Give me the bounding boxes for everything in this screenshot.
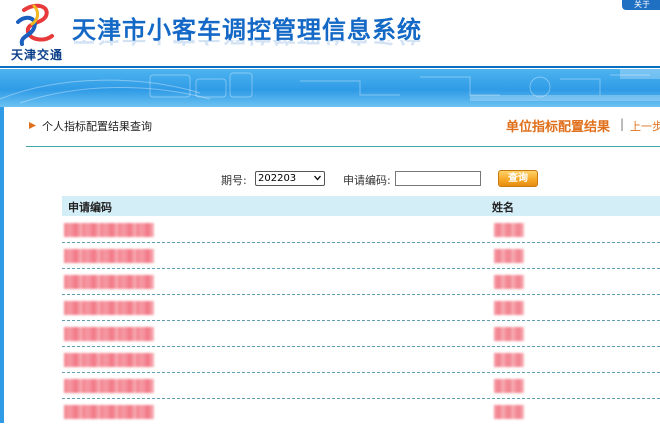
left-edge-strip (0, 107, 4, 423)
redacted-name (494, 327, 524, 341)
chevron-down-icon (314, 175, 321, 181)
unit-result-link[interactable]: 单位指标配置结果 (506, 116, 610, 135)
table-row (62, 347, 660, 373)
redacted-name (494, 301, 524, 315)
section-divider (26, 146, 660, 147)
table-row (62, 243, 660, 269)
redacted-name (494, 405, 524, 419)
query-button[interactable]: 查询 (498, 170, 538, 187)
redacted-application-code (64, 327, 154, 341)
column-header-application-code: 申请编码 (68, 201, 112, 214)
arrow-right-icon (29, 122, 36, 129)
site-header: 天津交通 天津市小客车调控管理信息系统 天津市小客车调控管理信息系统 关于 (0, 0, 660, 68)
section-header: 个人指标配置结果查询 单位指标配置结果 | 上一步 (28, 116, 660, 140)
application-code-input[interactable] (395, 171, 481, 186)
top-right-button[interactable]: 关于 (622, 0, 660, 10)
redacted-name (494, 223, 524, 237)
redacted-application-code (64, 405, 154, 419)
link-separator: | (620, 117, 625, 131)
table-row (62, 295, 660, 321)
table-header: 申请编码 姓名 (62, 196, 660, 216)
redacted-application-code (64, 301, 154, 315)
table-row (62, 321, 660, 347)
page-title: 个人指标配置结果查询 (42, 120, 152, 133)
redacted-application-code (64, 379, 154, 393)
table-row (62, 399, 660, 425)
redacted-name (494, 379, 524, 393)
period-select[interactable]: 202203 (255, 171, 325, 186)
table-row (62, 373, 660, 399)
redacted-application-code (64, 275, 154, 289)
redacted-application-code (64, 223, 154, 237)
logo-text: 天津交通 (10, 48, 63, 62)
table-row (62, 217, 660, 243)
application-code-label: 申请编码: (343, 174, 391, 187)
redacted-name (494, 249, 524, 263)
period-label: 期号: (221, 174, 247, 187)
redacted-application-code (64, 249, 154, 263)
redacted-application-code (64, 353, 154, 367)
decorative-banner (0, 69, 660, 107)
previous-step-link[interactable]: 上一步 (630, 118, 660, 134)
logo-icon: 天津交通 (4, 2, 70, 64)
period-select-value: 202203 (258, 173, 297, 184)
redacted-name (494, 353, 524, 367)
site-title-reflection: 天津市小客车调控管理信息系统 (72, 40, 422, 53)
table-row (62, 269, 660, 295)
column-header-name: 姓名 (492, 201, 514, 214)
redacted-name (494, 275, 524, 289)
header-divider (0, 66, 660, 68)
